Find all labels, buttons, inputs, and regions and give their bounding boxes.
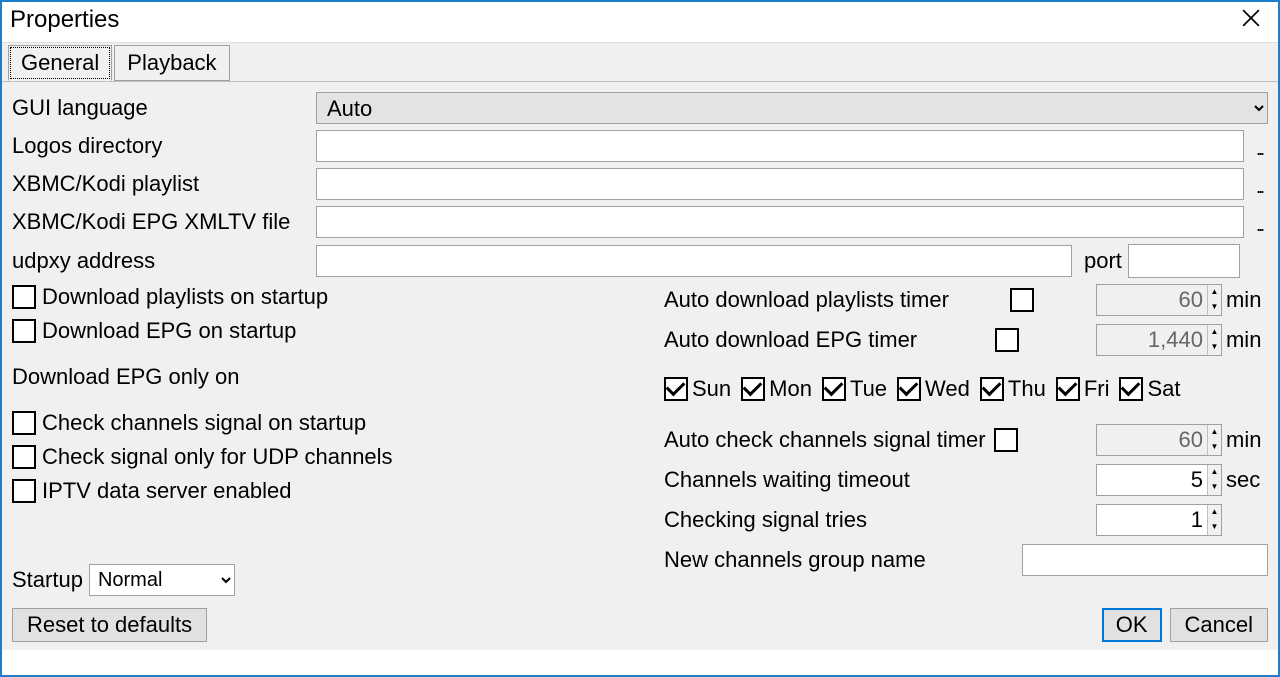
label-dl-epg-only-on: Download EPG only on	[12, 364, 239, 390]
udpxy-address-input[interactable]	[316, 245, 1072, 277]
spinner-down-icon[interactable]: ▼	[1208, 300, 1221, 315]
auto-check-signal-spinner[interactable]: 60 ▲▼	[1096, 424, 1222, 456]
unit-min: min	[1226, 327, 1268, 353]
checking-tries-spinner[interactable]: 1 ▲▼	[1096, 504, 1222, 536]
iptv-server-checkbox[interactable]	[12, 479, 36, 503]
spinner-up-icon[interactable]: ▲	[1208, 465, 1221, 480]
unit-sec: sec	[1226, 467, 1268, 493]
label-checking-tries: Checking signal tries	[664, 507, 867, 533]
tab-playback[interactable]: Playback	[114, 45, 229, 81]
browse-kodi-epg-button[interactable]: ...	[1250, 206, 1268, 238]
label-thu: Thu	[1008, 376, 1046, 402]
auto-dl-epg-checkbox[interactable]	[995, 328, 1019, 352]
spinner-up-icon[interactable]: ▲	[1208, 505, 1221, 520]
label-iptv-server: IPTV data server enabled	[42, 478, 291, 504]
label-sun: Sun	[692, 376, 731, 402]
tab-general[interactable]: General	[8, 45, 112, 81]
label-kodi-epg: XBMC/Kodi EPG XMLTV file	[12, 209, 310, 235]
auto-check-signal-checkbox[interactable]	[994, 428, 1018, 452]
label-fri: Fri	[1084, 376, 1110, 402]
browse-logos-button[interactable]: ...	[1250, 130, 1268, 162]
label-kodi-playlist: XBMC/Kodi playlist	[12, 171, 310, 197]
label-dl-epg-startup: Download EPG on startup	[42, 318, 296, 344]
label-channels-timeout: Channels waiting timeout	[664, 467, 910, 493]
label-auto-dl-epg: Auto download EPG timer	[664, 327, 917, 353]
label-dl-playlists-startup: Download playlists on startup	[42, 284, 328, 310]
spinner-down-icon[interactable]: ▼	[1208, 440, 1221, 455]
label-sat: Sat	[1147, 376, 1180, 402]
tab-bar: General Playback	[2, 42, 1278, 82]
label-check-signal-udp: Check signal only for UDP channels	[42, 444, 393, 470]
download-epg-startup-checkbox[interactable]	[12, 319, 36, 343]
label-wed: Wed	[925, 376, 970, 402]
label-gui-language: GUI language	[12, 95, 310, 121]
new-channels-group-input[interactable]	[1022, 544, 1268, 576]
logos-dir-input[interactable]	[316, 130, 1244, 162]
spinner-up-icon[interactable]: ▲	[1208, 325, 1221, 340]
check-signal-startup-checkbox[interactable]	[12, 411, 36, 435]
label-tue: Tue	[850, 376, 887, 402]
unit-min: min	[1226, 287, 1268, 313]
browse-kodi-playlist-button[interactable]: ...	[1250, 168, 1268, 200]
cancel-button[interactable]: Cancel	[1170, 608, 1268, 642]
spinner-up-icon[interactable]: ▲	[1208, 285, 1221, 300]
spinner-down-icon[interactable]: ▼	[1208, 520, 1221, 535]
udpxy-port-input[interactable]	[1128, 244, 1240, 278]
label-port: port	[1084, 248, 1122, 274]
day-tue-checkbox[interactable]	[822, 377, 846, 401]
channels-timeout-spinner[interactable]: 5 ▲▼	[1096, 464, 1222, 496]
spinner-up-icon[interactable]: ▲	[1208, 425, 1221, 440]
label-check-signal-startup: Check channels signal on startup	[42, 410, 366, 436]
auto-dl-playlists-checkbox[interactable]	[1010, 288, 1034, 312]
day-sun-checkbox[interactable]	[664, 377, 688, 401]
day-thu-checkbox[interactable]	[980, 377, 1004, 401]
spinner-down-icon[interactable]: ▼	[1208, 340, 1221, 355]
startup-select[interactable]: Normal	[89, 564, 235, 596]
window-title: Properties	[10, 6, 119, 34]
label-mon: Mon	[769, 376, 812, 402]
gui-language-select[interactable]: Auto	[316, 92, 1268, 124]
close-icon[interactable]	[1234, 9, 1268, 31]
label-startup: Startup	[12, 567, 83, 593]
spinner-down-icon[interactable]: ▼	[1208, 480, 1221, 495]
day-mon-checkbox[interactable]	[741, 377, 765, 401]
day-sat-checkbox[interactable]	[1119, 377, 1143, 401]
kodi-playlist-input[interactable]	[316, 168, 1244, 200]
unit-min: min	[1226, 427, 1268, 453]
reset-defaults-button[interactable]: Reset to defaults	[12, 608, 207, 642]
auto-dl-epg-spinner[interactable]: 1,440 ▲▼	[1096, 324, 1222, 356]
label-auto-dl-playlists: Auto download playlists timer	[664, 287, 949, 313]
label-auto-check-signal: Auto check channels signal timer	[664, 427, 986, 453]
day-fri-checkbox[interactable]	[1056, 377, 1080, 401]
label-udpxy: udpxy address	[12, 248, 310, 274]
label-logos-dir: Logos directory	[12, 133, 310, 159]
check-signal-udp-checkbox[interactable]	[12, 445, 36, 469]
day-wed-checkbox[interactable]	[897, 377, 921, 401]
download-playlists-startup-checkbox[interactable]	[12, 285, 36, 309]
label-new-channels-group: New channels group name	[664, 547, 926, 573]
tab-content: GUI language Auto Logos directory ... XB…	[2, 82, 1278, 650]
kodi-epg-input[interactable]	[316, 206, 1244, 238]
auto-dl-playlists-spinner[interactable]: 60 ▲▼	[1096, 284, 1222, 316]
ok-button[interactable]: OK	[1102, 608, 1162, 642]
title-bar: Properties	[2, 2, 1278, 42]
